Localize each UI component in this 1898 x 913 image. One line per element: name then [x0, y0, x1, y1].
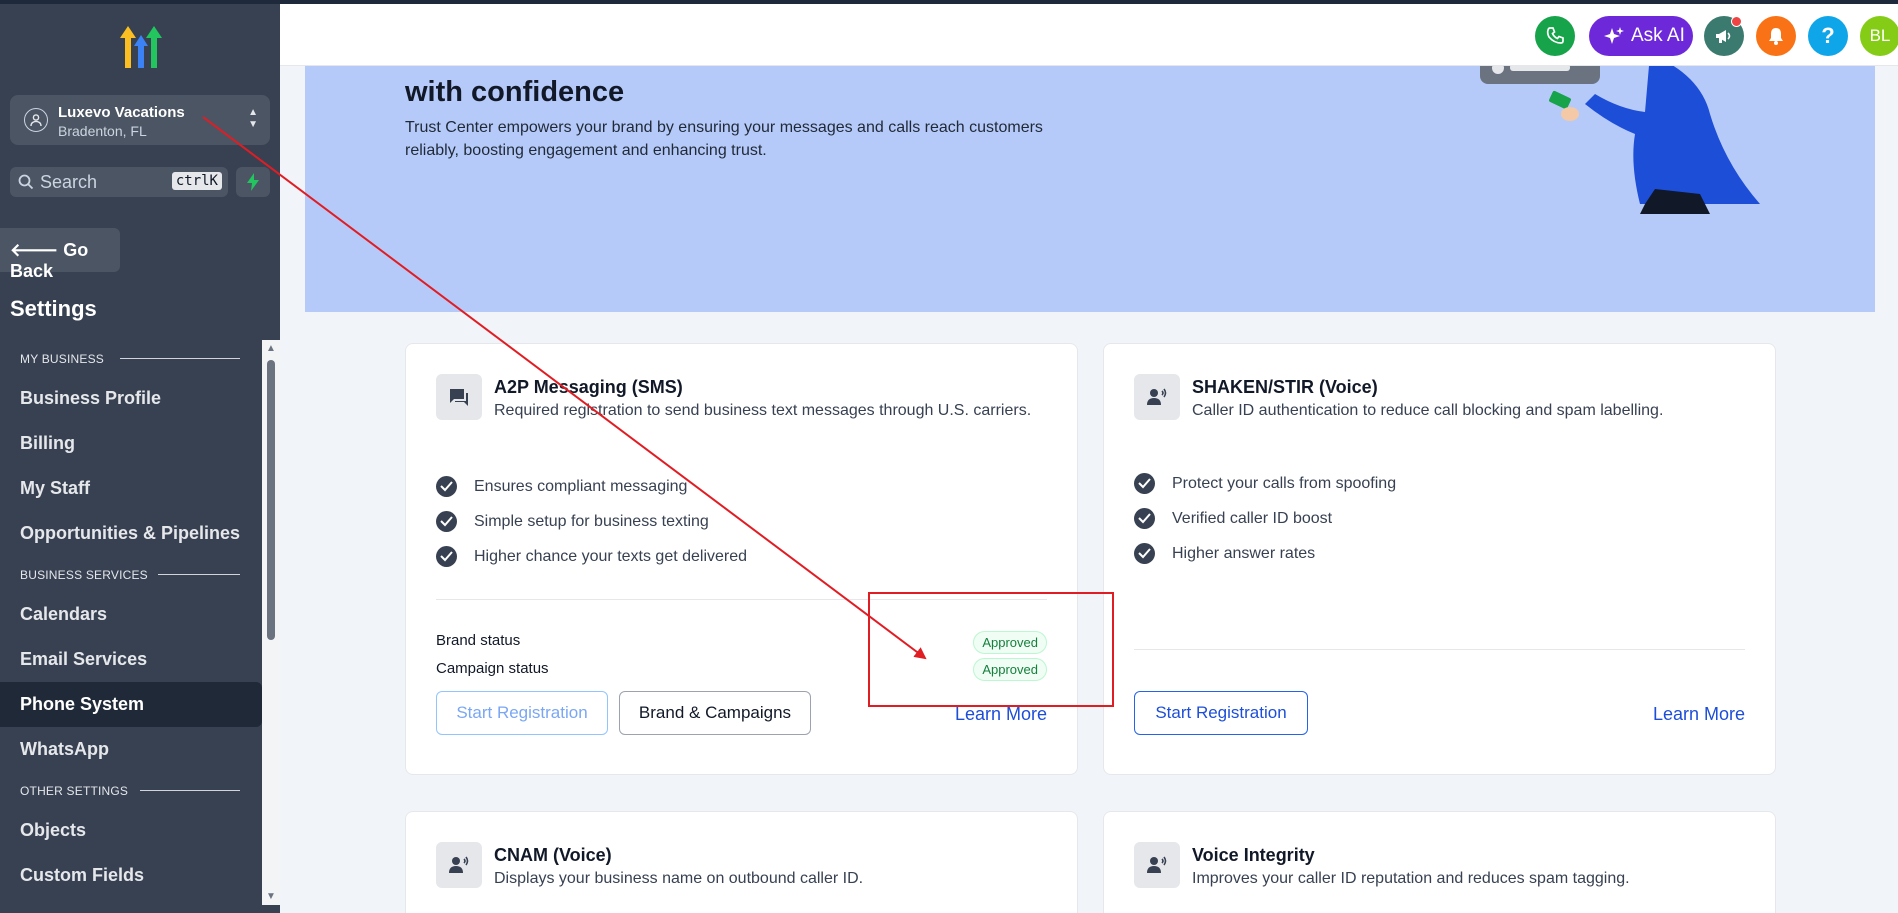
a2p-card: A2P Messaging (SMS) Required registratio…	[405, 343, 1078, 775]
megaphone-icon	[1716, 30, 1731, 43]
search-icon	[18, 174, 34, 190]
scroll-thumb[interactable]	[267, 360, 275, 640]
shaken-stir-card: SHAKEN/STIR (Voice) Caller ID authentica…	[1103, 343, 1776, 775]
nav-section-my-business: MY BUSINESS	[0, 340, 262, 376]
ask-ai-button[interactable]: Ask AI	[1589, 16, 1693, 56]
brand-status-badge: Approved	[973, 631, 1047, 654]
go-back-button[interactable]: 🡐 Go Back	[0, 228, 120, 281]
notifications-button[interactable]	[1756, 16, 1796, 56]
shaken-learn-more-link[interactable]: Learn More	[1653, 704, 1745, 725]
nav-item-objects[interactable]: Objects	[0, 808, 262, 853]
top-strip	[0, 0, 1898, 4]
a2p-learn-more-link[interactable]: Learn More	[955, 704, 1047, 725]
chat-icon	[436, 374, 482, 420]
voice-integrity-card: Voice Integrity Improves your caller ID …	[1103, 811, 1776, 913]
a2p-subtitle: Required registration to send business t…	[494, 402, 1032, 419]
top-header: Ask AI ? BL	[280, 4, 1898, 66]
arrow-left-icon: 🡐	[10, 240, 59, 260]
nav-item-opportunities-pipelines[interactable]: Opportunities & Pipelines	[0, 511, 262, 556]
chevron-updown-icon: ▲ ▼	[248, 107, 258, 130]
location-icon	[24, 108, 48, 132]
hero-illustration	[1480, 54, 1760, 214]
check-circle-icon	[1134, 543, 1155, 564]
nav-item-calendars[interactable]: Calendars	[0, 592, 262, 637]
phone-button[interactable]	[1535, 16, 1575, 56]
a2p-start-registration-button[interactable]: Start Registration	[436, 691, 608, 735]
cnam-subtitle: Displays your business name on outbound …	[494, 870, 864, 887]
app-logo[interactable]	[114, 24, 168, 74]
a2p-title: A2P Messaging (SMS)	[494, 377, 683, 397]
check-circle-icon	[1134, 473, 1155, 494]
check-circle-icon	[436, 546, 457, 567]
voice-user-icon	[1134, 374, 1180, 420]
card-divider	[436, 599, 1047, 600]
sidebar-scrollbar[interactable]: ▲ ▼	[262, 340, 280, 905]
nav-item-whatsapp[interactable]: WhatsApp	[0, 727, 262, 772]
bolt-icon	[247, 173, 259, 191]
nav-item-business-profile[interactable]: Business Profile	[0, 376, 262, 421]
location-name: Luxevo Vacations	[58, 104, 185, 121]
hero-description: Trust Center empowers your brand by ensu…	[405, 119, 1043, 159]
voice-integrity-subtitle: Improves your caller ID reputation and r…	[1192, 870, 1630, 887]
search-box[interactable]: ctrlK	[10, 167, 228, 197]
help-button[interactable]: ?	[1808, 16, 1848, 56]
brand-campaigns-button[interactable]: Brand & Campaigns	[619, 691, 811, 735]
cnam-title: CNAM (Voice)	[494, 845, 612, 865]
bell-icon	[1769, 28, 1783, 45]
shaken-start-registration-button[interactable]: Start Registration	[1134, 691, 1308, 735]
scroll-down-icon[interactable]: ▼	[266, 891, 276, 902]
phone-icon	[1546, 27, 1564, 44]
nav-item-custom-fields[interactable]: Custom Fields	[0, 853, 262, 898]
settings-nav: MY BUSINESS Business Profile Billing My …	[0, 340, 262, 898]
check-circle-icon	[436, 476, 457, 497]
nav-item-phone-system[interactable]: Phone System	[0, 682, 262, 727]
search-shortcut: ctrlK	[171, 172, 222, 190]
notification-dot	[1731, 16, 1742, 27]
sidebar: Luxevo Vacations Bradenton, FL ▲▼ ctrlK …	[0, 0, 280, 913]
ask-ai-label: Ask AI	[1631, 25, 1685, 46]
voice-integrity-title: Voice Integrity	[1192, 845, 1315, 865]
voice-user-icon	[436, 842, 482, 888]
brand-status-label: Brand status	[436, 632, 521, 649]
user-avatar[interactable]: BL	[1860, 16, 1898, 56]
nav-item-my-staff[interactable]: My Staff	[0, 466, 262, 511]
nav-section-business-services: BUSINESS SERVICES	[0, 556, 262, 592]
search-input[interactable]	[40, 171, 180, 193]
nav-item-billing[interactable]: Billing	[0, 421, 262, 466]
settings-title: Settings	[10, 296, 97, 321]
check-circle-icon	[1134, 508, 1155, 529]
nav-section-other-settings: OTHER SETTINGS	[0, 772, 262, 808]
campaign-status-label: Campaign status	[436, 660, 549, 677]
location-city: Bradenton, FL	[58, 123, 147, 139]
sparkle-icon	[1604, 27, 1624, 44]
check-circle-icon	[436, 511, 457, 532]
announcements-button[interactable]	[1704, 16, 1744, 56]
quick-actions-button[interactable]	[236, 167, 270, 197]
cnam-card: CNAM (Voice) Displays your business name…	[405, 811, 1078, 913]
campaign-status-badge: Approved	[973, 658, 1047, 681]
location-switcher[interactable]: Luxevo Vacations Bradenton, FL ▲ ▼	[10, 95, 270, 145]
scroll-up-icon[interactable]: ▲	[266, 343, 276, 354]
voice-user-icon	[1134, 842, 1180, 888]
shaken-subtitle: Caller ID authentication to reduce call …	[1192, 402, 1664, 419]
hero-title: with confidence	[405, 76, 625, 108]
card-divider	[1134, 649, 1745, 650]
nav-item-email-services[interactable]: Email Services	[0, 637, 262, 682]
shaken-title: SHAKEN/STIR (Voice)	[1192, 377, 1378, 397]
